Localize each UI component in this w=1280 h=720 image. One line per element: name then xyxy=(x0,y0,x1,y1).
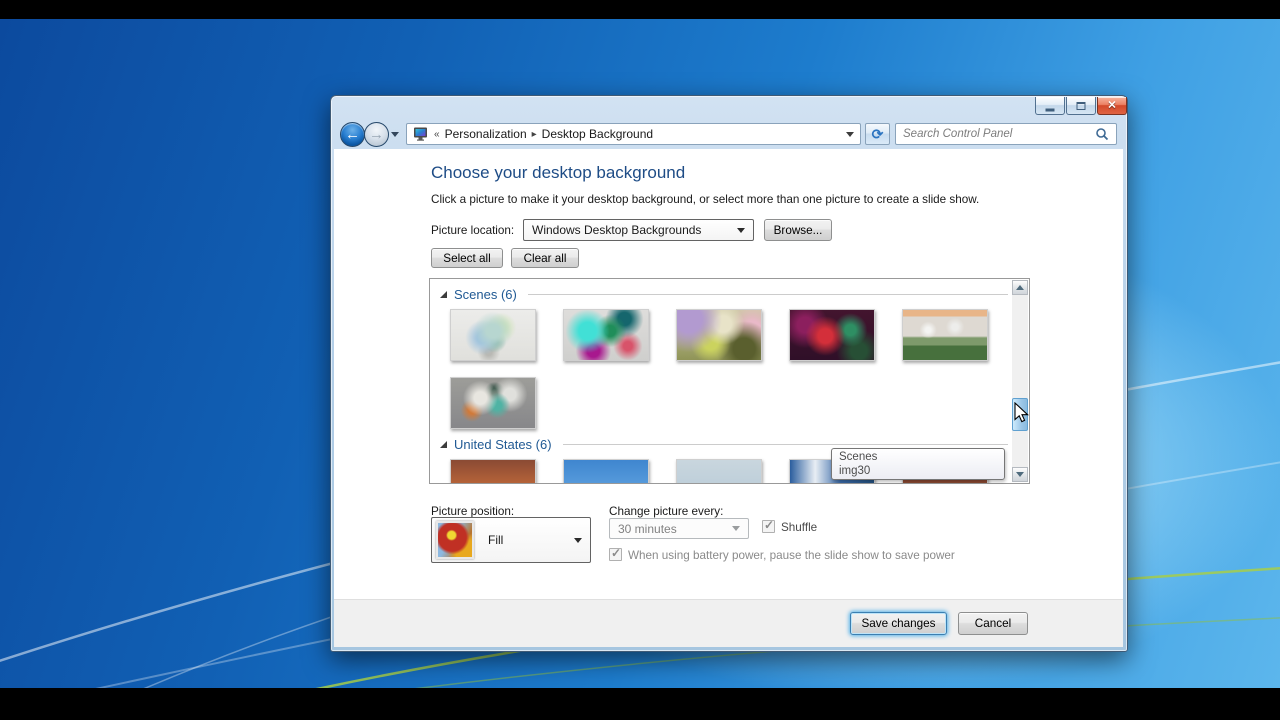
group-header-scenes[interactable]: Scenes (6) xyxy=(440,285,1008,303)
refresh-button[interactable]: ⟳ xyxy=(865,123,890,145)
back-arrow-icon: ← xyxy=(345,125,360,142)
breadcrumb-separator-icon: ▸ xyxy=(532,129,537,140)
back-button[interactable]: ← xyxy=(340,122,365,147)
checkmark-icon: ✓ xyxy=(764,518,774,532)
group-label: Scenes (6) xyxy=(454,287,517,302)
thumb-scenes-2[interactable] xyxy=(563,309,649,361)
shuffle-label: Shuffle xyxy=(781,521,817,534)
thumb-scenes-1[interactable] xyxy=(450,309,536,361)
close-button[interactable]: ✕ xyxy=(1097,97,1127,115)
minimize-button[interactable] xyxy=(1035,97,1065,115)
triangle-down-icon xyxy=(1016,472,1024,477)
picture-position-select[interactable]: Fill xyxy=(431,517,591,563)
thumb-us-3[interactable] xyxy=(676,459,762,484)
picture-position-value: Fill xyxy=(488,533,503,547)
control-panel-window: ✕ ← → « Personalization ▸ Desktop Backgr… xyxy=(330,95,1128,652)
navigation-bar: ← → « Personalization ▸ Desktop Backgrou… xyxy=(331,116,1127,148)
search-placeholder: Search Control Panel xyxy=(903,128,1012,140)
recent-pages-dropdown[interactable] xyxy=(391,132,399,137)
page-subtitle: Click a picture to make it your desktop … xyxy=(431,193,979,206)
window-body: Choose your desktop background Click a p… xyxy=(334,149,1123,647)
clear-all-button[interactable]: Clear all xyxy=(511,248,579,268)
close-icon: ✕ xyxy=(1107,100,1116,111)
search-input[interactable]: Search Control Panel xyxy=(895,123,1117,145)
group-label: United States (6) xyxy=(454,437,552,452)
battery-pause-label: When using battery power, pause the slid… xyxy=(628,549,955,562)
tooltip-group: Scenes xyxy=(839,450,997,464)
page-title: Choose your desktop background xyxy=(431,163,685,183)
scroll-tooltip: Scenes img30 xyxy=(831,448,1005,480)
shuffle-checkbox: ✓ xyxy=(762,520,775,533)
breadcrumb-personalization[interactable]: Personalization xyxy=(445,127,527,141)
picture-location-label: Picture location: xyxy=(431,224,514,237)
change-picture-value: 30 minutes xyxy=(618,522,677,536)
thumb-us-1[interactable] xyxy=(450,459,536,484)
group-collapse-icon xyxy=(440,291,447,298)
fill-preview-thumbnail xyxy=(436,521,474,559)
minimize-icon xyxy=(1046,108,1055,111)
browse-button[interactable]: Browse... xyxy=(764,219,832,241)
thumb-scenes-4[interactable] xyxy=(789,309,875,361)
thumbnail-row xyxy=(450,377,1014,429)
chevron-down-icon xyxy=(732,526,740,531)
scroll-down-button[interactable] xyxy=(1012,467,1028,482)
forward-arrow-icon: → xyxy=(369,125,384,142)
group-rule xyxy=(528,294,1008,295)
breadcrumb-desktop-background[interactable]: Desktop Background xyxy=(542,127,653,141)
letterbox-bottom xyxy=(0,688,1280,720)
thumb-scenes-5[interactable] xyxy=(902,309,988,361)
triangle-up-icon xyxy=(1016,285,1024,290)
picture-location-value: Windows Desktop Backgrounds xyxy=(532,223,701,237)
scrollbar[interactable] xyxy=(1012,280,1028,482)
change-picture-label: Change picture every: xyxy=(609,505,723,518)
thumb-scenes-3[interactable] xyxy=(676,309,762,361)
thumbnail-row xyxy=(450,309,1014,361)
picture-location-select[interactable]: Windows Desktop Backgrounds xyxy=(523,219,754,241)
maximize-button[interactable] xyxy=(1066,97,1096,115)
desktop-background-icon xyxy=(413,127,429,141)
forward-button[interactable]: → xyxy=(364,122,389,147)
battery-pause-checkbox: ✓ xyxy=(609,548,622,561)
maximize-icon xyxy=(1077,102,1086,110)
letterbox-top xyxy=(0,0,1280,19)
checkmark-icon: ✓ xyxy=(611,546,621,560)
thumb-scenes-6[interactable] xyxy=(450,377,536,429)
group-collapse-icon xyxy=(440,441,447,448)
thumb-us-2[interactable] xyxy=(563,459,649,484)
group-rule xyxy=(563,444,1008,445)
select-all-button[interactable]: Select all xyxy=(431,248,503,268)
tooltip-item: img30 xyxy=(839,464,997,478)
scroll-up-button[interactable] xyxy=(1012,280,1028,295)
chevron-down-icon xyxy=(737,228,745,233)
save-changes-button[interactable]: Save changes xyxy=(850,612,947,635)
cancel-button[interactable]: Cancel xyxy=(958,612,1028,635)
breadcrumb-chevron: « xyxy=(434,129,440,140)
mouse-cursor xyxy=(1013,402,1033,424)
address-dropdown-icon[interactable] xyxy=(846,132,854,137)
search-icon xyxy=(1095,127,1109,141)
refresh-icon: ⟳ xyxy=(872,126,884,143)
chevron-down-icon xyxy=(574,538,582,543)
change-picture-select: 30 minutes xyxy=(609,518,749,539)
address-bar[interactable]: « Personalization ▸ Desktop Background xyxy=(406,123,861,145)
